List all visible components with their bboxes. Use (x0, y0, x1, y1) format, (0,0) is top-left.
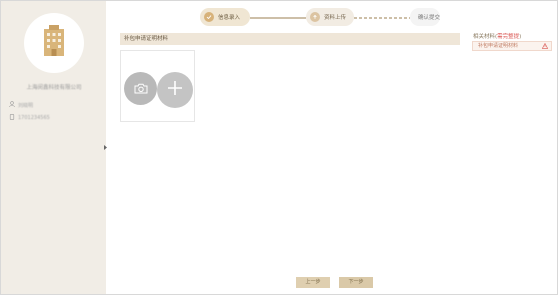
upload-card (120, 50, 195, 122)
required-note: 需完整提 (497, 34, 520, 40)
step-confirm-submit: 确认提交 (410, 8, 440, 26)
related-title-prefix: 相关材料( (473, 34, 498, 40)
phone-row: 1701234565 (9, 114, 50, 122)
related-material-item[interactable]: 补包申请证明材料 (472, 41, 552, 51)
sidebar: 上海闵鑫科技有限公司 刘晓明 1701234565 (1, 1, 106, 294)
step-connector-2 (354, 17, 410, 19)
step-material-upload: 资料上传 (306, 8, 354, 26)
user-row: 刘晓明 (9, 101, 33, 109)
related-item-label: 补包申请证明材料 (478, 43, 519, 49)
step-connector-1 (250, 17, 306, 19)
step-label: 信息录入 (218, 15, 241, 21)
upload-step-icon (310, 12, 320, 22)
user-icon (9, 101, 15, 109)
next-step-button[interactable]: 下一步 (339, 277, 373, 288)
progress-stepper: 信息录入 资料上传 确认提交 (196, 8, 440, 28)
related-materials-title: 相关材料(需完整提) (473, 32, 521, 40)
camera-upload-button[interactable] (124, 72, 157, 105)
step-label: 资料上传 (323, 15, 346, 21)
company-name: 上海闵鑫科技有限公司 (26, 85, 82, 91)
building-icon (41, 25, 67, 61)
related-title-suffix: ) (519, 34, 522, 40)
plus-icon (167, 80, 183, 100)
check-icon (204, 12, 214, 22)
username: 刘晓明 (18, 102, 34, 109)
company-avatar (24, 13, 84, 73)
step-label: 确认提交 (418, 15, 441, 21)
warning-icon (541, 42, 549, 52)
section-title: 补包申请证明材料 (120, 33, 460, 45)
previous-step-button[interactable]: 上一步 (296, 277, 330, 288)
phone-number: 1701234565 (18, 115, 50, 121)
phone-icon (9, 114, 15, 122)
step-info-entry: 信息录入 (200, 8, 250, 26)
camera-icon (134, 79, 148, 98)
add-file-button[interactable] (157, 72, 193, 108)
